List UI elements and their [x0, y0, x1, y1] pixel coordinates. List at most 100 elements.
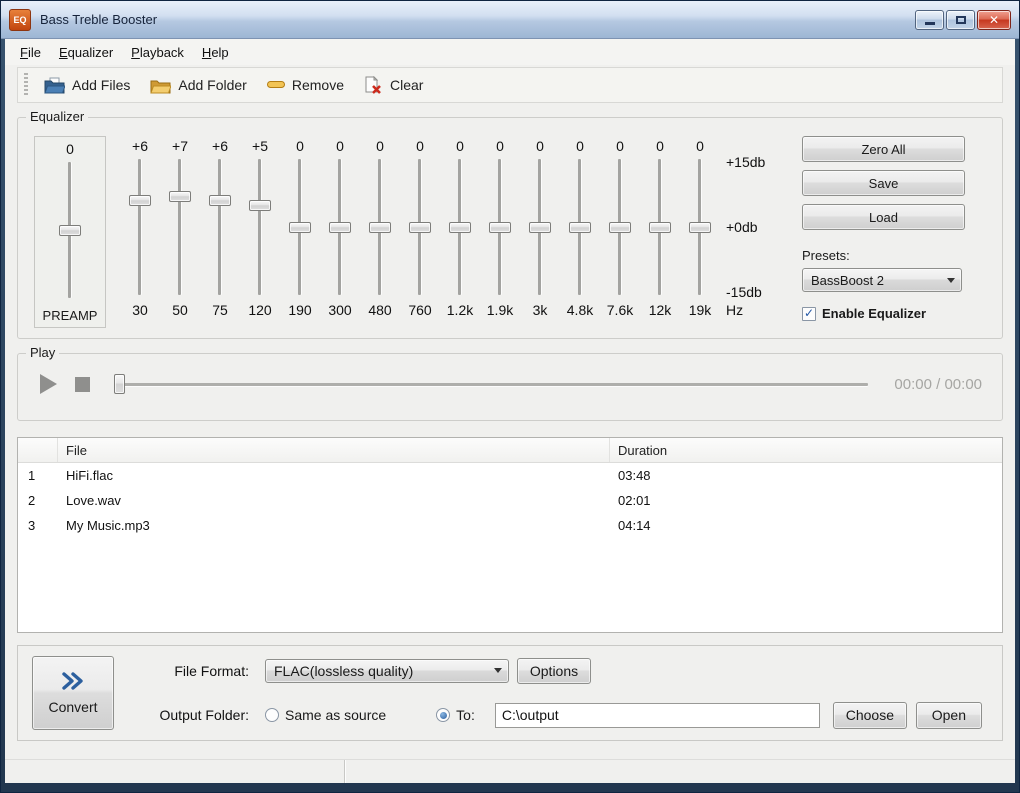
eq-band-slider[interactable]: [240, 156, 280, 298]
toolbar-grip[interactable]: [24, 73, 28, 97]
eq-band-slider[interactable]: [160, 156, 200, 298]
menu-item-equalizer[interactable]: Equalizer: [50, 41, 122, 64]
equalizer-controls: Zero All Save Load Presets: BassBoost 2 …: [802, 136, 972, 328]
slider-handle[interactable]: [169, 191, 191, 202]
slider-handle[interactable]: [529, 222, 551, 233]
eq-band-slider[interactable]: [480, 156, 520, 298]
slider-handle[interactable]: [289, 222, 311, 233]
load-button[interactable]: Load: [802, 204, 965, 230]
slider-handle[interactable]: [649, 222, 671, 233]
slider-handle[interactable]: [249, 200, 271, 211]
enable-equalizer-checkbox[interactable]: [802, 307, 816, 321]
file-list-body: 1HiFi.flac03:482Love.wav02:013My Music.m…: [18, 463, 1002, 538]
enable-equalizer-row[interactable]: Enable Equalizer: [802, 306, 972, 321]
radio-to[interactable]: [436, 708, 450, 722]
eq-band-slider[interactable]: [520, 156, 560, 298]
close-button[interactable]: ✕: [977, 10, 1011, 30]
open-button[interactable]: Open: [916, 702, 982, 729]
table-row[interactable]: 2Love.wav02:01: [18, 488, 1002, 513]
add-files-button[interactable]: Add Files: [34, 72, 140, 99]
slider-handle[interactable]: [689, 222, 711, 233]
same-as-source-label: Same as source: [285, 707, 386, 723]
zero-all-button[interactable]: Zero All: [802, 136, 965, 162]
eq-band-slider[interactable]: [640, 156, 680, 298]
presets-selected-value: BassBoost 2: [811, 273, 884, 288]
chevron-down-icon: [488, 660, 508, 682]
titlebar[interactable]: EQ Bass Treble Booster ✕: [1, 1, 1019, 39]
eq-band-75: +675: [200, 136, 240, 328]
eq-band-1.2k: 0 1.2k: [440, 136, 480, 328]
eq-band-slider[interactable]: [560, 156, 600, 298]
slider-track: [218, 159, 221, 295]
maximize-icon: [956, 16, 966, 24]
file-list-header[interactable]: File Duration: [18, 438, 1002, 463]
eq-band-760: 0760: [400, 136, 440, 328]
band-value: 0: [616, 136, 624, 156]
add-folder-button[interactable]: Add Folder: [140, 72, 256, 99]
table-row[interactable]: 3My Music.mp304:14: [18, 513, 1002, 538]
band-value: 0: [376, 136, 384, 156]
band-freq-label: 19k: [689, 298, 712, 320]
slider-handle[interactable]: [129, 195, 151, 206]
band-value: +6: [212, 136, 228, 156]
minimize-button[interactable]: [915, 10, 944, 30]
clear-button[interactable]: Clear: [354, 71, 433, 100]
to-label: To:: [456, 707, 475, 723]
presets-dropdown[interactable]: BassBoost 2: [802, 268, 962, 292]
eq-band-slider[interactable]: [280, 156, 320, 298]
cell-index: 2: [18, 488, 58, 513]
column-header-index[interactable]: [18, 438, 58, 462]
band-freq-label: 50: [172, 298, 188, 320]
menu-item-help[interactable]: Help: [193, 41, 238, 64]
table-row[interactable]: 1HiFi.flac03:48: [18, 463, 1002, 488]
convert-button[interactable]: Convert: [32, 656, 114, 730]
seek-handle[interactable]: [114, 374, 125, 394]
eq-band-30: +630: [120, 136, 160, 328]
slider-handle[interactable]: [209, 195, 231, 206]
eq-band-slider[interactable]: [320, 156, 360, 298]
play-button[interactable]: [40, 374, 57, 394]
scale-minus15-label: -15db: [726, 284, 762, 300]
output-path-input[interactable]: [495, 703, 820, 728]
app-window: EQ Bass Treble Booster ✕ FileEqualizerPl…: [0, 0, 1020, 793]
eq-band-slider[interactable]: [600, 156, 640, 298]
eq-band-slider[interactable]: [440, 156, 480, 298]
slider-handle[interactable]: [569, 222, 591, 233]
maximize-button[interactable]: [946, 10, 975, 30]
choose-button[interactable]: Choose: [833, 702, 907, 729]
same-as-source-option[interactable]: Same as source: [265, 707, 386, 723]
column-header-file[interactable]: File: [58, 438, 610, 462]
slider-handle[interactable]: [489, 222, 511, 233]
add-folder-icon: [150, 77, 171, 94]
eq-band-slider[interactable]: [360, 156, 400, 298]
options-button[interactable]: Options: [517, 658, 591, 684]
eq-band-slider[interactable]: [120, 156, 160, 298]
menu-item-file[interactable]: File: [11, 41, 50, 64]
stop-button[interactable]: [75, 377, 90, 392]
file-list[interactable]: File Duration 1HiFi.flac03:482Love.wav02…: [17, 437, 1003, 633]
slider-handle[interactable]: [609, 222, 631, 233]
to-option[interactable]: To:: [436, 707, 475, 723]
play-group: Play 00:00 / 00:00: [17, 353, 1003, 421]
band-freq-label: 1.2k: [447, 298, 473, 320]
file-format-dropdown[interactable]: FLAC(lossless quality): [265, 659, 509, 683]
seek-slider[interactable]: [114, 374, 868, 394]
slider-handle[interactable]: [59, 225, 81, 236]
menu-item-playback[interactable]: Playback: [122, 41, 193, 64]
slider-handle[interactable]: [409, 222, 431, 233]
preamp-slider[interactable]: [50, 159, 90, 301]
remove-button[interactable]: Remove: [257, 72, 354, 98]
save-button[interactable]: Save: [802, 170, 965, 196]
eq-band-slider[interactable]: [200, 156, 240, 298]
slider-handle[interactable]: [329, 222, 351, 233]
radio-same-as-source[interactable]: [265, 708, 279, 722]
band-value: 0: [416, 136, 424, 156]
band-freq-label: 190: [288, 298, 311, 320]
eq-band-slider[interactable]: [680, 156, 720, 298]
slider-handle[interactable]: [449, 222, 471, 233]
slider-handle[interactable]: [369, 222, 391, 233]
column-header-duration[interactable]: Duration: [610, 438, 1002, 462]
remove-label: Remove: [292, 77, 344, 93]
eq-band-slider[interactable]: [400, 156, 440, 298]
band-value: 0: [456, 136, 464, 156]
